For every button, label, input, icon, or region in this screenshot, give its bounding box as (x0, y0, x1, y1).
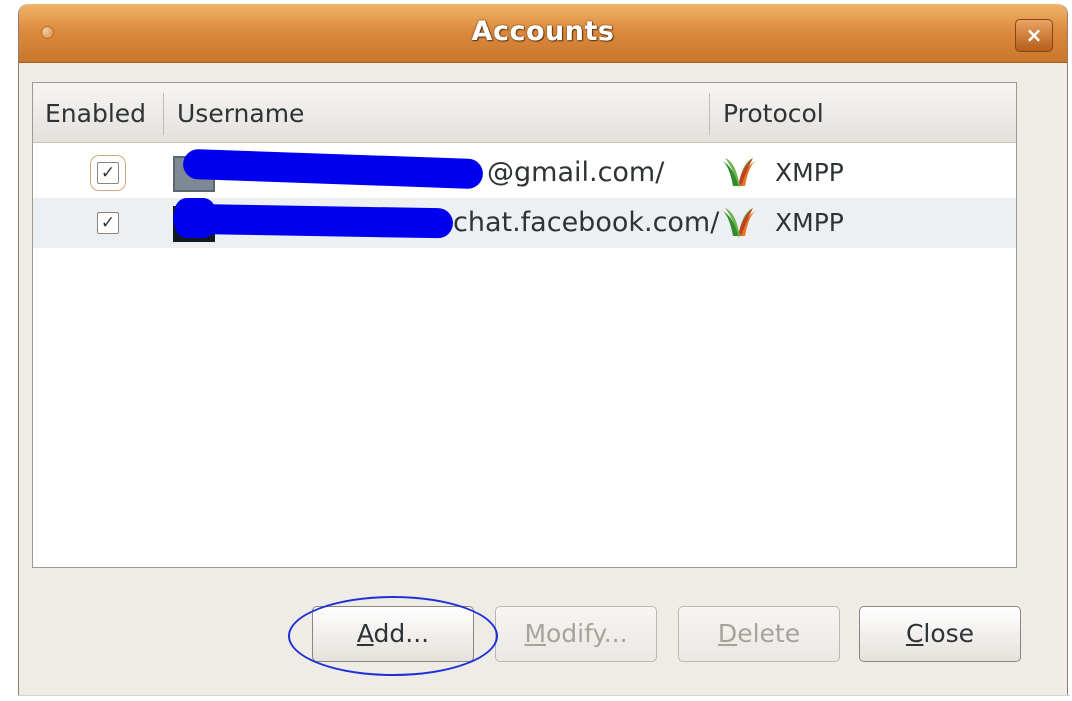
window-bottom-edge (18, 695, 1070, 696)
title-bar[interactable]: Accounts × (19, 4, 1067, 63)
column-separator (163, 93, 164, 135)
annotation-circle (288, 596, 498, 676)
xmpp-icon (721, 208, 757, 238)
protocol-label: XMPP (775, 208, 844, 237)
column-header-username[interactable]: Username (177, 83, 304, 142)
modify-mnemonic: M (524, 619, 547, 648)
delete-label: elete (737, 619, 801, 648)
delete-mnemonic: D (717, 619, 738, 648)
enabled-checkbox[interactable]: ✓ (97, 212, 119, 234)
table-row[interactable]: ✓ @gmail.com/ XMPP (33, 148, 1016, 198)
column-header-protocol[interactable]: Protocol (723, 83, 824, 142)
close-mnemonic: C (905, 619, 924, 648)
modify-label: odify... (546, 619, 628, 648)
delete-button[interactable]: Delete (678, 606, 840, 662)
protocol-label: XMPP (775, 158, 844, 187)
account-username: chat.facebook.com/ (453, 207, 720, 238)
column-header-enabled[interactable]: Enabled (45, 83, 146, 142)
table-row[interactable]: ✓ chat.facebook.com/ XMPP (33, 198, 1016, 248)
account-username: @gmail.com/ (487, 157, 665, 188)
close-label: lose (923, 619, 975, 648)
close-button[interactable]: Close (859, 606, 1021, 662)
column-separator (709, 93, 710, 135)
enabled-checkbox[interactable]: ✓ (90, 155, 126, 191)
window-close-button[interactable]: × (1015, 19, 1053, 52)
xmpp-icon (721, 158, 757, 188)
modify-button[interactable]: Modify... (495, 606, 657, 662)
username-redaction (213, 162, 333, 180)
list-header: Enabled Username Protocol (33, 83, 1016, 143)
accounts-list[interactable]: Enabled Username Protocol ✓ @gmail.com/ … (32, 82, 1017, 568)
username-redaction (175, 198, 215, 238)
window-title: Accounts (471, 16, 615, 47)
